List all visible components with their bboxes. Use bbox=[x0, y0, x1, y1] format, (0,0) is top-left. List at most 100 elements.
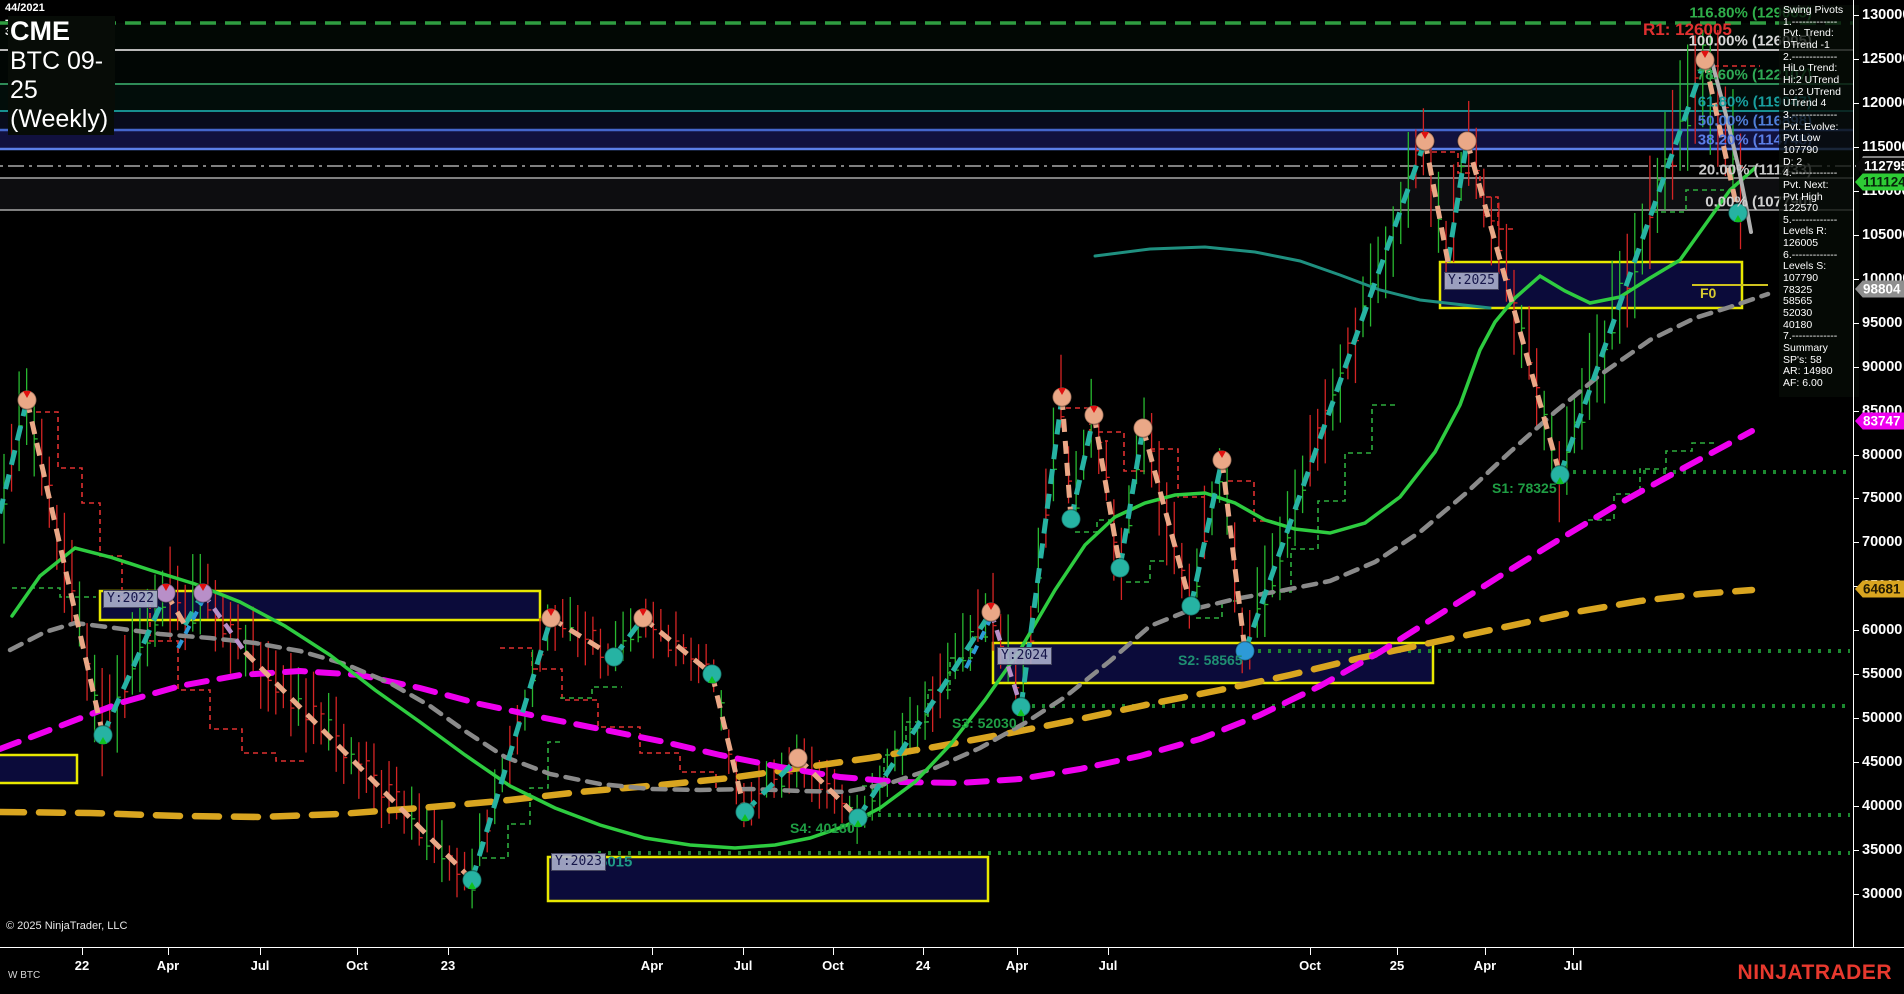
swing-pivot-marker bbox=[1111, 559, 1130, 578]
price-tick bbox=[1853, 411, 1859, 412]
swing-pivots-panel-line: Hi:2 UTrend bbox=[1783, 75, 1859, 87]
price-tick-label: 30000 bbox=[1862, 886, 1902, 902]
chart-canvas[interactable] bbox=[0, 0, 1904, 994]
swing-pivot-marker bbox=[605, 648, 624, 667]
time-axis-line bbox=[0, 947, 1904, 948]
price-tick bbox=[1853, 806, 1859, 807]
trail-stop-green bbox=[560, 687, 622, 698]
time-tick-label: Apr bbox=[1006, 958, 1028, 973]
swing-pivots-panel-line: AF: 6.00 bbox=[1783, 378, 1859, 390]
price-tick bbox=[1853, 850, 1859, 851]
swing-pivots-panel-line: 107790 bbox=[1783, 145, 1859, 157]
price-tick bbox=[1853, 894, 1859, 895]
swing-pivots-panel-line: 107790 bbox=[1783, 273, 1859, 285]
swing-pivots-panel-line: Swing Pivots bbox=[1783, 5, 1859, 17]
time-axis[interactable]: 22AprJulOct23AprJulOct24AprJulOct25AprJu… bbox=[0, 947, 1904, 994]
price-tick bbox=[1853, 191, 1859, 192]
price-tag: 111124 bbox=[1855, 174, 1904, 191]
price-tick-label: 45000 bbox=[1862, 754, 1902, 770]
swing-pivots-panel-line: Summary bbox=[1783, 343, 1859, 355]
trail-stop-red bbox=[1228, 481, 1272, 521]
time-tick-label: Jul bbox=[734, 958, 753, 973]
price-tick bbox=[1853, 367, 1859, 368]
swing-line-peach bbox=[1094, 415, 1120, 568]
swing-line-teal bbox=[1245, 141, 1425, 651]
time-tick bbox=[1573, 948, 1574, 955]
swing-line-peach bbox=[551, 618, 614, 657]
price-tick-label: 125000 bbox=[1862, 51, 1904, 67]
swing-pivot-marker bbox=[1062, 510, 1081, 529]
price-axis-line bbox=[1853, 0, 1854, 947]
time-tick-label: Jul bbox=[251, 958, 270, 973]
price-tag: 64681 bbox=[1855, 581, 1904, 598]
time-tick bbox=[1310, 948, 1311, 955]
swing-line-peach bbox=[1062, 397, 1071, 519]
time-tick bbox=[82, 948, 83, 955]
trail-stop-green bbox=[1126, 561, 1166, 582]
price-tick-label: 130000 bbox=[1862, 7, 1904, 23]
ninjatrader-window: 116.80% (129065)100.00% (126005)78.60% (… bbox=[0, 0, 1904, 994]
price-tick-label: 40000 bbox=[1862, 798, 1902, 814]
teal-hilo-line bbox=[1095, 247, 1490, 308]
fib-band bbox=[0, 50, 1853, 84]
swing-line-peach bbox=[1143, 428, 1191, 606]
fib-band bbox=[0, 111, 1853, 130]
price-tick bbox=[1853, 279, 1859, 280]
swing-pivots-panel-line: Pvt. Next: bbox=[1783, 180, 1859, 192]
time-tick-label: Oct bbox=[346, 958, 368, 973]
gray-ma bbox=[10, 294, 1768, 792]
swing-pivot-marker bbox=[1134, 419, 1153, 438]
time-tick bbox=[260, 948, 261, 955]
price-tick bbox=[1853, 542, 1859, 543]
fib-band bbox=[0, 130, 1853, 149]
time-tick-label: Jul bbox=[1099, 958, 1118, 973]
price-tick-label: 120000 bbox=[1862, 95, 1904, 111]
price-tick bbox=[1853, 762, 1859, 763]
time-tick-label: Oct bbox=[1299, 958, 1321, 973]
time-tick-label: Apr bbox=[157, 958, 179, 973]
swing-pivots-panel-line: 3.------------- bbox=[1783, 110, 1859, 122]
swing-line-peach bbox=[1222, 460, 1245, 651]
swing-pivot-marker bbox=[1236, 642, 1255, 661]
swing-line-teal bbox=[1191, 460, 1222, 606]
price-tick bbox=[1853, 235, 1859, 236]
price-tick-label: 60000 bbox=[1862, 622, 1902, 638]
price-tag: 112795 bbox=[1855, 157, 1904, 176]
copyright-watermark: © 2025 NinjaTrader, LLC bbox=[6, 920, 127, 932]
price-tick-label: 105000 bbox=[1862, 227, 1904, 243]
ninjatrader-logo: NINJATRADER bbox=[1738, 961, 1892, 985]
price-tick-label: 50000 bbox=[1862, 710, 1902, 726]
time-tick bbox=[1108, 948, 1109, 955]
swing-pivot-marker bbox=[1182, 597, 1201, 616]
price-tick bbox=[1853, 455, 1859, 456]
time-tick-label: Jul bbox=[1564, 958, 1583, 973]
year-range-box bbox=[548, 857, 988, 901]
year-range-box bbox=[0, 755, 77, 783]
price-tick-label: 95000 bbox=[1862, 315, 1902, 331]
price-tag: 83747 bbox=[1855, 413, 1904, 430]
time-tick-label: 22 bbox=[75, 958, 89, 973]
swing-pivot-marker bbox=[1458, 132, 1477, 151]
price-tick-label: 80000 bbox=[1862, 447, 1902, 463]
time-tick bbox=[1397, 948, 1398, 955]
price-tick bbox=[1853, 323, 1859, 324]
time-tick bbox=[923, 948, 924, 955]
instrument-label: W BTC bbox=[8, 970, 40, 981]
swing-line-peach bbox=[245, 652, 472, 880]
price-tick-label: 90000 bbox=[1862, 359, 1902, 375]
year-range-box bbox=[993, 643, 1433, 683]
time-tick bbox=[833, 948, 834, 955]
price-tick bbox=[1853, 498, 1859, 499]
price-tick-label: 35000 bbox=[1862, 842, 1902, 858]
swing-pivots-panel-line: 52030 bbox=[1783, 308, 1859, 320]
time-tick bbox=[448, 948, 449, 955]
time-tick-label: Apr bbox=[1474, 958, 1496, 973]
price-tick-label: 115000 bbox=[1862, 139, 1904, 155]
price-tick bbox=[1853, 15, 1859, 16]
trail-stop-green bbox=[1262, 405, 1398, 592]
price-tick bbox=[1853, 674, 1859, 675]
price-axis[interactable]: 1300001250001200001150001100001050001000… bbox=[1853, 0, 1904, 947]
price-tick bbox=[1853, 718, 1859, 719]
time-tick bbox=[743, 948, 744, 955]
swing-line-teal bbox=[472, 618, 551, 880]
